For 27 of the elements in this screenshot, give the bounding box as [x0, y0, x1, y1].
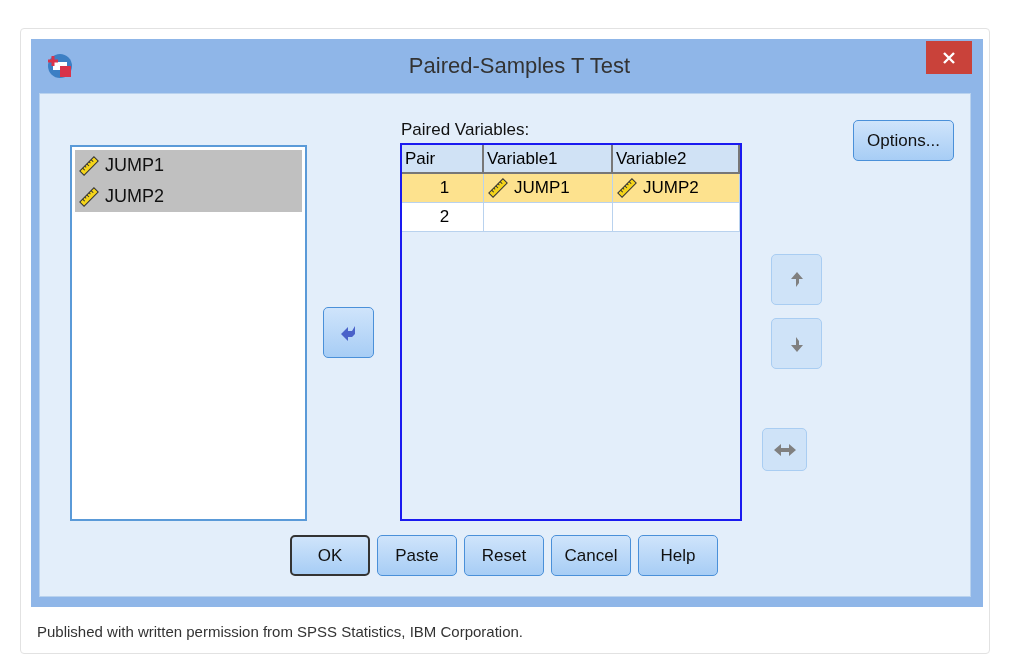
dialog-button[interactable]: Paste	[377, 535, 457, 576]
pair-number-cell: 1	[402, 174, 484, 203]
column-header: Variable2	[613, 145, 740, 174]
variable-item[interactable]: JUMP2	[75, 181, 302, 212]
variable-cell: JUMP1	[484, 174, 613, 203]
variable-name: JUMP1	[105, 155, 164, 176]
dialog-button[interactable]: OK	[290, 535, 370, 576]
window-title: Paired-Samples T Test	[407, 53, 632, 79]
dialog-button[interactable]: Reset	[464, 535, 544, 576]
up-arrow-icon	[789, 270, 804, 289]
variable-cell: JUMP2	[613, 174, 740, 203]
app-icon	[47, 53, 73, 79]
caption: Published with written permission from SPSS Statistics, IBM Corporation.	[36, 622, 524, 640]
variable-item[interactable]: JUMP1	[75, 150, 302, 181]
paired-variables-label: Paired Variables:	[400, 120, 531, 141]
close-button[interactable]	[926, 41, 972, 74]
column-header: Pair	[402, 145, 484, 174]
options-button[interactable]: Options...	[853, 120, 954, 161]
pair-number-cell: 2	[402, 203, 484, 232]
move-button[interactable]	[323, 307, 374, 358]
dialog-button[interactable]: Cancel	[551, 535, 631, 576]
column-header: Variable1	[484, 145, 613, 174]
dialog-button[interactable]: Help	[638, 535, 718, 576]
swap-arrow-icon	[772, 442, 797, 457]
close-icon	[943, 51, 955, 64]
arrow-icon	[339, 324, 358, 341]
variable-name: JUMP2	[105, 186, 164, 207]
